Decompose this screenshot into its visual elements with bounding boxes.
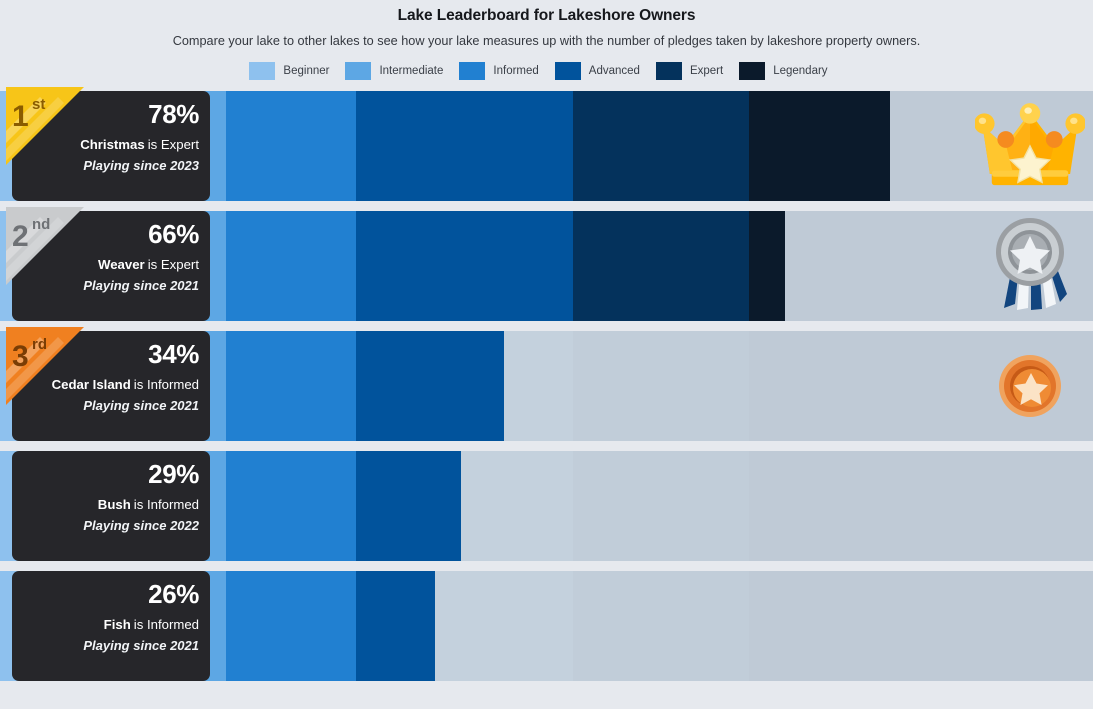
legend-item-label: Intermediate — [379, 65, 444, 77]
progress-segment-filled — [226, 451, 356, 561]
percent-value: 26% — [148, 579, 199, 609]
leaderboard-row[interactable]: 34% Cedar Island is Informed Playing since … — [0, 327, 1093, 441]
legend-item-informed[interactable]: Informed — [459, 62, 539, 80]
legend: Beginner Intermediate Informed Advanced Expe… — [0, 62, 1093, 80]
lake-level: is Expert — [147, 137, 199, 153]
progress-segment-filled — [356, 91, 573, 201]
playing-since: Playing since 2023 — [83, 158, 199, 174]
leaderboard-row[interactable]: 78% Christmas is Expert Playing since 2023 1… — [0, 87, 1093, 201]
progress-segment-filled — [356, 211, 573, 321]
lake-level: is Informed — [133, 377, 199, 393]
lake-name: Weaver — [98, 257, 145, 273]
page-subtitle: Compare your lake to other lakes to see … — [172, 34, 921, 48]
lake-name-row: Fish is Informed — [104, 617, 199, 632]
progress-segment-empty — [573, 571, 749, 681]
playing-since: Playing since 2022 — [83, 518, 199, 534]
lake-info-card[interactable]: 29% Bush is Informed Playing since 2022 — [12, 451, 210, 561]
progress-segment-filled — [866, 91, 890, 201]
page-header: Lake Leaderboard for Lakeshore Owners Co… — [0, 0, 1093, 48]
legend-item-intermediate[interactable]: Intermediate — [345, 62, 443, 80]
progress-segment-filled — [573, 211, 749, 321]
lake-info-card[interactable]: 78% Christmas is Expert Playing since 2023 — [12, 91, 210, 201]
progress-segment-filled — [749, 91, 866, 201]
legend-item-legendary[interactable]: Legendary — [739, 62, 828, 80]
playing-since: Playing since 2021 — [83, 638, 199, 654]
percent-value: 29% — [148, 459, 199, 489]
progress-segment-empty — [890, 91, 1093, 201]
lake-name-row: Cedar Island is Informed — [52, 377, 199, 392]
leaderboard-rows: 78% Christmas is Expert Playing since 2023 1… — [0, 87, 1093, 681]
progress-segment-empty — [866, 211, 1093, 321]
lake-info-card[interactable]: 34% Cedar Island is Informed Playing since … — [12, 331, 210, 441]
lake-name: Fish — [103, 617, 131, 633]
percent-value: 78% — [148, 99, 199, 129]
progress-segment-filled — [356, 451, 461, 561]
lake-name: Bush — [97, 497, 131, 513]
progress-segment-filled — [356, 331, 504, 441]
percent-value: 66% — [148, 219, 199, 249]
legend-item-label: Beginner — [283, 65, 330, 77]
lake-name-row: Weaver is Expert — [98, 257, 199, 272]
lake-info-card[interactable]: 66% Weaver is Expert Playing since 2021 — [12, 211, 210, 321]
legend-swatch-icon — [345, 62, 372, 80]
progress-segment-empty — [866, 331, 1093, 441]
leaderboard-row[interactable]: 26% Fish is Informed Playing since 2021 — [0, 571, 1093, 681]
progress-segment-empty — [573, 451, 749, 561]
page-title: Lake Leaderboard for Lakeshore Owners — [397, 7, 696, 24]
progress-segment-empty — [435, 571, 573, 681]
progress-segment-empty — [504, 331, 573, 441]
progress-segment-filled — [226, 91, 356, 201]
playing-since: Playing since 2021 — [83, 278, 199, 294]
progress-segment-filled — [573, 91, 749, 201]
progress-segment-empty — [749, 571, 866, 681]
legend-swatch-icon — [459, 62, 486, 80]
lake-level: is Expert — [147, 257, 199, 273]
legend-item-advanced[interactable]: Advanced — [554, 62, 640, 80]
leaderboard-page: Lake Leaderboard for Lakeshore Owners Co… — [0, 0, 1093, 709]
progress-segment-empty — [749, 451, 866, 561]
legend-item-label: Expert — [689, 65, 724, 77]
progress-segment-filled — [749, 211, 785, 321]
lake-level: is Informed — [133, 617, 199, 633]
progress-segment-filled — [226, 571, 356, 681]
progress-segment-empty — [573, 331, 749, 441]
legend-swatch-icon — [249, 62, 276, 80]
lake-name-row: Bush is Informed — [98, 497, 199, 512]
leaderboard-row[interactable]: 66% Weaver is Expert Playing since 2021 2nd — [0, 207, 1093, 321]
legend-item-beginner[interactable]: Beginner — [249, 62, 329, 80]
legend-item-label: Legendary — [773, 65, 828, 77]
progress-segment-empty — [785, 211, 866, 321]
progress-segment-empty — [461, 451, 573, 561]
progress-segment-empty — [749, 331, 866, 441]
lake-info-card[interactable]: 26% Fish is Informed Playing since 2021 — [12, 571, 210, 681]
percent-value: 34% — [148, 339, 199, 369]
progress-segment-filled — [226, 211, 356, 321]
progress-segment-empty — [866, 451, 1093, 561]
playing-since: Playing since 2021 — [83, 398, 199, 414]
lake-name-row: Christmas is Expert — [80, 137, 199, 152]
progress-segment-filled — [356, 571, 435, 681]
leaderboard-row[interactable]: 29% Bush is Informed Playing since 2022 — [0, 451, 1093, 561]
lake-name: Cedar Island — [51, 377, 131, 393]
progress-segment-filled — [226, 331, 356, 441]
legend-item-label: Informed — [493, 65, 539, 77]
legend-swatch-icon — [739, 62, 766, 80]
lake-level: is Informed — [133, 497, 199, 513]
legend-swatch-icon — [655, 62, 682, 80]
legend-item-label: Advanced — [588, 65, 640, 77]
lake-name: Christmas — [80, 137, 145, 153]
progress-segment-empty — [866, 571, 1093, 681]
legend-item-expert[interactable]: Expert — [655, 62, 724, 80]
legend-swatch-icon — [554, 62, 581, 80]
